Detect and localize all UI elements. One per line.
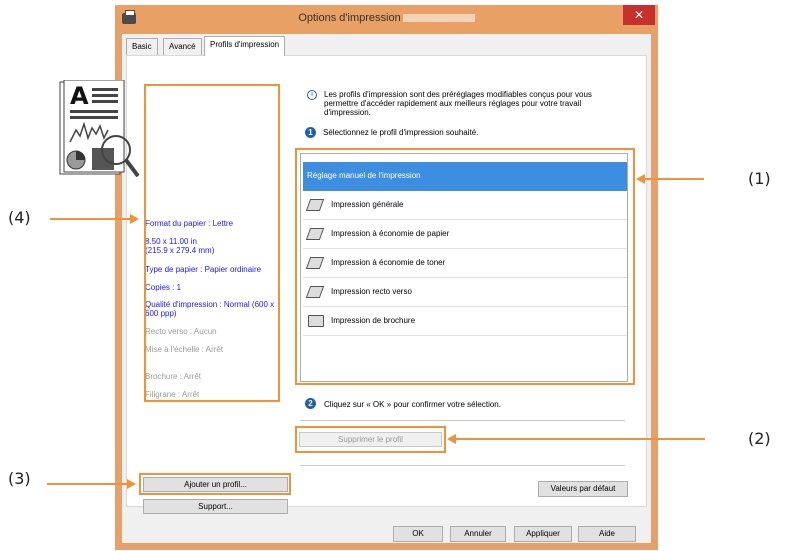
step-1-text: Sélectionnez le profil d'impression souh…: [323, 128, 479, 137]
window-title-text: Options d'impression: [298, 12, 401, 24]
defaults-button[interactable]: Valeurs par défaut: [538, 481, 628, 497]
tab-basic[interactable]: Basic: [126, 38, 158, 55]
support-button[interactable]: Support...: [143, 499, 288, 514]
separator: [300, 465, 625, 466]
print-preview-image: A: [59, 80, 140, 178]
separator: [300, 420, 625, 421]
highlight-profile-list: [295, 148, 635, 385]
help-button[interactable]: Aide: [578, 526, 636, 542]
window-title: Options d'impression: [115, 12, 658, 24]
step-2-text: Cliquez sur « OK » pour confirmer votre …: [324, 400, 501, 409]
close-button[interactable]: ✕: [623, 5, 655, 25]
callout-3: (3): [8, 469, 31, 488]
tab-advanced[interactable]: Avancé: [163, 38, 202, 55]
highlight-delete-button: [295, 426, 446, 453]
arrow-line: [47, 483, 127, 485]
tab-print-profiles[interactable]: Profils d'impression: [204, 36, 286, 56]
step-1-icon: 1: [305, 127, 316, 138]
arrow-line: [644, 178, 704, 180]
callout-4: (4): [8, 208, 31, 227]
highlight-settings-summary: [144, 84, 280, 402]
callout-1: (1): [748, 169, 771, 188]
arrow-line: [455, 438, 705, 440]
apply-button[interactable]: Appliquer: [514, 526, 572, 542]
cancel-button[interactable]: Annuler: [450, 526, 506, 542]
info-text: Les profils d'impression sont des prérég…: [324, 90, 592, 117]
arrow-head: [127, 479, 136, 489]
title-bar[interactable]: Options d'impression ✕: [115, 5, 658, 34]
redacted-printer-name: [402, 14, 475, 23]
highlight-add-button: [139, 473, 291, 495]
info-icon: i: [307, 90, 317, 100]
arrow-line: [50, 218, 130, 220]
step-2-icon: 2: [305, 398, 316, 409]
arrow-head: [130, 214, 139, 224]
svg-text:A: A: [70, 82, 89, 110]
ok-button[interactable]: OK: [393, 526, 443, 542]
callout-2: (2): [748, 429, 771, 448]
